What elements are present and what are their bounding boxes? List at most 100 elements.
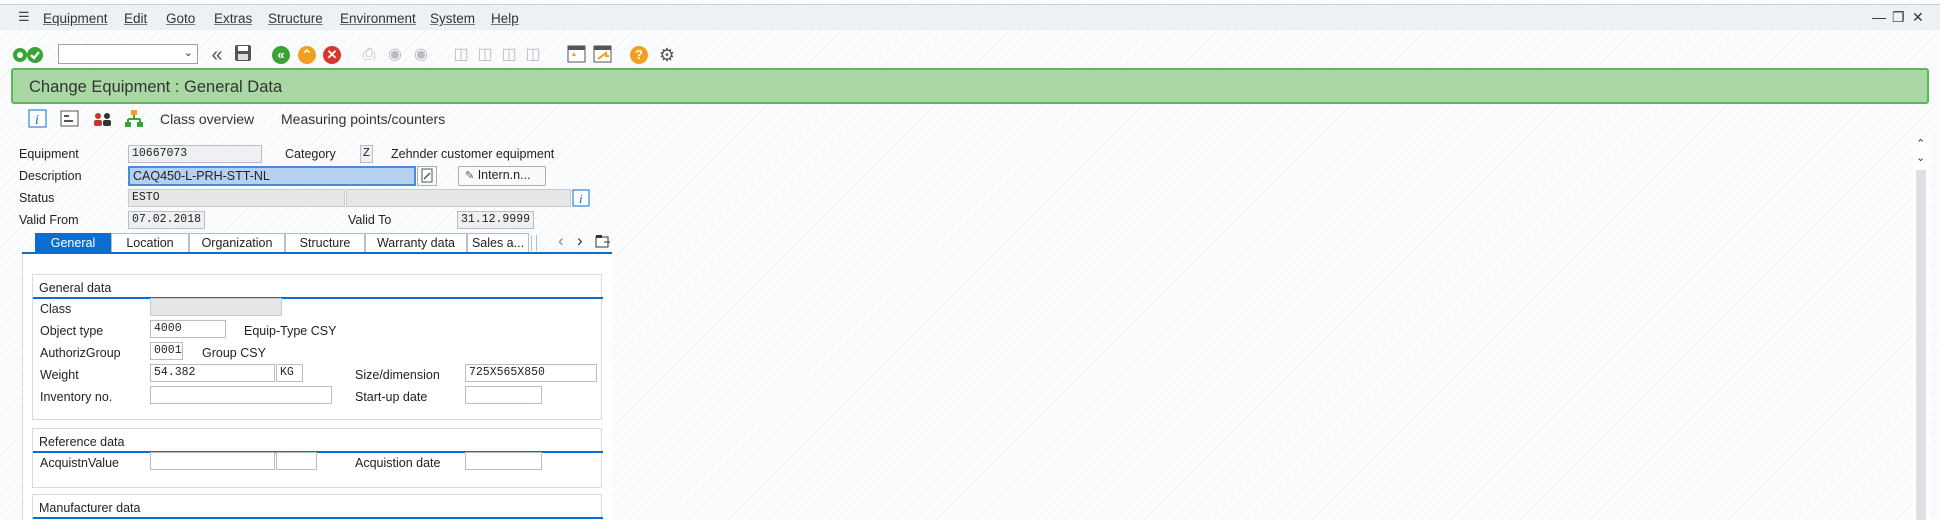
system-toolbar: [0, 38, 1940, 72]
enter-checkmark-icon[interactable]: [12, 45, 44, 65]
acquisition-value-label: AcquistnValue: [40, 456, 119, 470]
internal-note-button[interactable]: ✎ Intern.n...: [458, 166, 546, 186]
menu-structure[interactable]: Structure: [268, 11, 323, 26]
previous-page-icon: ◫: [477, 46, 493, 63]
acquisition-date-label: Acquistion date: [355, 456, 441, 470]
back-double-arrow-icon[interactable]: «: [206, 44, 228, 66]
menu-equipment[interactable]: Equipment: [43, 11, 108, 26]
menu-edit[interactable]: Edit: [124, 11, 147, 26]
reference-data-title: Reference data: [39, 435, 125, 449]
close-window-button[interactable]: ✕: [1912, 9, 1924, 26]
authoriz-group-label: AuthorizGroup: [40, 346, 121, 360]
class-field: [150, 298, 282, 316]
chevron-left-icon[interactable]: ‹: [558, 231, 564, 251]
chevron-down-icon[interactable]: ⌄: [184, 46, 193, 59]
new-session-icon[interactable]: [566, 44, 588, 66]
size-dimension-label: Size/dimension: [355, 368, 440, 382]
chevron-right-icon[interactable]: ›: [577, 231, 583, 251]
menu-bar: ☰ Equipment Edit Goto Extras Structure E…: [0, 4, 1940, 30]
object-type-label: Object type: [40, 324, 104, 338]
status-label: Status: [19, 191, 55, 205]
tab-warranty-data[interactable]: Warranty data: [365, 233, 467, 253]
tab-sales[interactable]: Sales a...: [467, 233, 529, 253]
manufacturer-data-title: Manufacturer data: [39, 501, 141, 515]
acquisition-currency-field[interactable]: [276, 452, 317, 470]
start-up-date-field[interactable]: [465, 386, 542, 404]
weight-label: Weight: [40, 368, 79, 382]
orange-exit-icon[interactable]: ⌃: [298, 46, 316, 64]
last-page-icon: ◫: [525, 46, 541, 63]
status-field: ESTO: [128, 189, 345, 207]
internal-note-label: Intern.n...: [477, 168, 531, 182]
svg-text:i: i: [35, 113, 39, 128]
object-type-text: Equip-Type CSY: [244, 324, 337, 338]
page-title: Change Equipment : General Data: [29, 78, 283, 96]
sap-gui-window: ☰ Equipment Edit Goto Extras Structure E…: [0, 0, 1940, 520]
menu-system[interactable]: System: [430, 11, 475, 26]
start-up-date-label: Start-up date: [355, 390, 428, 404]
category-label: Category: [285, 147, 336, 161]
scroll-up-icon[interactable]: ⌃: [1916, 137, 1925, 150]
gear-icon[interactable]: ⚙: [656, 44, 678, 66]
first-page-icon: ◫: [453, 46, 469, 63]
equipment-field[interactable]: 10667073: [128, 145, 262, 163]
equipment-label: Equipment: [19, 147, 79, 161]
inventory-no-label: Inventory no.: [40, 390, 113, 404]
minimize-button[interactable]: —: [1872, 9, 1886, 25]
hierarchy-list-icon[interactable]: [60, 109, 80, 129]
command-field[interactable]: ⌄: [58, 44, 198, 64]
tab-list-icon[interactable]: [595, 234, 611, 250]
menu-help[interactable]: Help: [491, 11, 519, 26]
description-field[interactable]: CAQ450-L-PRH-STT-NL: [128, 166, 416, 186]
restore-button[interactable]: ❐: [1892, 9, 1905, 26]
authoriz-group-text: Group CSY: [202, 346, 266, 360]
tab-organization[interactable]: Organization: [189, 233, 285, 253]
category-field[interactable]: Z: [360, 145, 373, 163]
shortcut-icon[interactable]: [592, 44, 614, 66]
authoriz-group-field[interactable]: 0001: [150, 342, 183, 360]
valid-from-label: Valid From: [19, 213, 79, 227]
edit-note-icon: ✎: [465, 170, 475, 182]
structure-tree-icon[interactable]: [124, 109, 144, 129]
acquisition-value-field[interactable]: [150, 452, 275, 470]
find-next-icon: ◉: [414, 46, 428, 63]
save-disk-icon[interactable]: [232, 44, 254, 66]
class-overview-button[interactable]: Class overview: [160, 111, 254, 127]
tab-structure[interactable]: Structure: [285, 233, 365, 253]
general-data-title: General data: [39, 281, 112, 295]
scrollbar-thumb[interactable]: [1916, 170, 1926, 520]
menu-goto[interactable]: Goto: [166, 11, 195, 26]
screen-title-bar: Change Equipment : General Data: [11, 68, 1929, 104]
partner-icon[interactable]: [92, 109, 112, 129]
info-icon[interactable]: i: [28, 109, 48, 129]
menu-icon[interactable]: ☰: [18, 9, 30, 25]
valid-to-label: Valid To: [348, 213, 392, 227]
red-cancel-icon[interactable]: ✕: [323, 46, 341, 64]
valid-to-field[interactable]: 31.12.9999: [457, 211, 534, 229]
valid-from-field[interactable]: 07.02.2018: [128, 211, 205, 229]
tab-general[interactable]: General: [35, 233, 111, 253]
scroll-down-icon[interactable]: ⌄: [1916, 151, 1925, 164]
measuring-points-button[interactable]: Measuring points/counters: [281, 111, 445, 127]
inventory-no-field[interactable]: [150, 386, 332, 404]
next-page-icon: ◫: [501, 46, 517, 63]
category-text: Zehnder customer equipment: [391, 147, 555, 161]
class-label: Class: [40, 302, 72, 316]
binoculars-icon: ◉: [388, 46, 402, 63]
tab-location[interactable]: Location: [111, 233, 189, 253]
manufacturer-data-section: Manufacturer data: [32, 494, 603, 520]
object-type-field[interactable]: 4000: [150, 320, 226, 338]
status-info-icon[interactable]: i: [572, 189, 590, 207]
weight-field[interactable]: 54.382: [150, 364, 275, 382]
svg-text:i: i: [579, 191, 583, 206]
weight-unit-field[interactable]: KG: [276, 364, 303, 382]
acquisition-date-field[interactable]: [465, 452, 542, 470]
help-icon[interactable]: ?: [630, 46, 648, 64]
long-text-icon[interactable]: [417, 166, 437, 186]
size-dimension-field[interactable]: 725X565X850: [465, 364, 597, 382]
tab-overflow-marker: [531, 235, 537, 251]
green-back-icon[interactable]: «: [272, 46, 290, 64]
menu-extras[interactable]: Extras: [214, 11, 252, 26]
description-label: Description: [19, 169, 82, 183]
menu-environment[interactable]: Environment: [340, 11, 416, 26]
